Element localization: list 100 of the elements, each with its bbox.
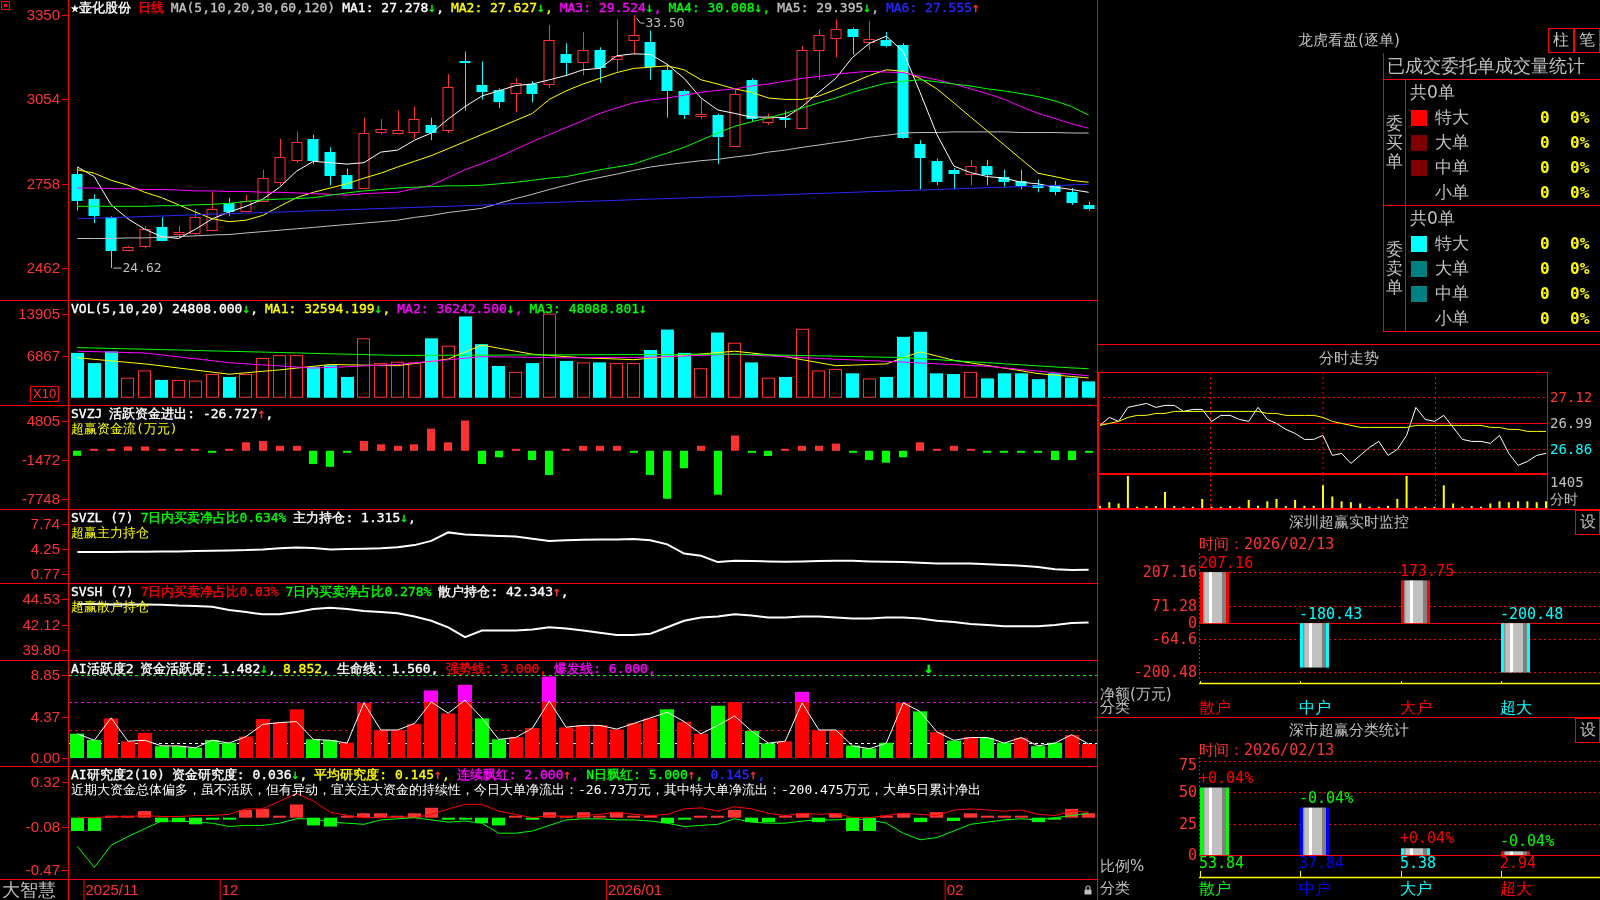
legend-text: MA4: 30.008↓, (668, 0, 771, 15)
order-count: 0 (1540, 309, 1551, 328)
category-label: 中户 (1299, 699, 1331, 717)
date-axis-label: 2026/01 (605, 880, 663, 900)
legend-text: 7日内买卖净占比0.634% (140, 510, 287, 525)
order-count: 0 (1540, 133, 1551, 152)
axis-title: 比例% (1099, 857, 1145, 875)
order-total: 共0单 (1409, 81, 1456, 104)
axis-tick-label: -1472 (21, 451, 60, 468)
table-title: 已成交委托单成交量统计 (1386, 54, 1586, 78)
legend-text: MA1: 27.278↓, (342, 0, 444, 15)
axis-tick-label: 50 (1178, 784, 1197, 801)
axis-tick-label: 26.99 (1550, 415, 1593, 432)
indicator-subtitle: 超赢资金流(万元) (71, 421, 178, 436)
order-size-label: 中单 (1434, 156, 1470, 179)
axis-tick-label: 75 (1178, 757, 1197, 773)
order-count: 0 (1540, 234, 1551, 253)
legend-text: MA6: 27.555↑ (885, 0, 980, 15)
axis-tick-label: 13905 (18, 305, 60, 322)
axis-tick-label: 207.16 (1142, 564, 1197, 581)
legend-text: N日飘红: 5.000↑, (586, 767, 704, 782)
axis-tick-label: 2462 (26, 260, 60, 277)
order-percent: 0% (1570, 234, 1591, 253)
order-percent: 0% (1570, 284, 1591, 303)
group-label: 委买单 (1386, 114, 1403, 171)
bar-value-label: 37.84 (1299, 855, 1345, 871)
signal-arrow: ↓ (924, 661, 934, 676)
legend-text: ★壶化股份 (71, 0, 131, 15)
timestamp-label: 时间：2026/02/13 (1199, 742, 1335, 758)
order-percent: 0% (1570, 259, 1591, 278)
legend-text: MA1: 32594.199↓, (265, 301, 391, 316)
axis-tick-label: 3350 (26, 7, 60, 24)
analysis-comment: 近期大资金总体偏多，虽不活跃，但有异动，宜关注大资金的持续性，今日大单净流出：-26.73万元，其中特大单净流出：-200.475万元，大单5日累计净出 (71, 782, 982, 797)
group-label: 委卖单 (1386, 240, 1403, 297)
legend-text: 资金活跃度: 1.482↓, (140, 661, 276, 676)
panel-title: 龙虎看盘(逐单) (1298, 31, 1400, 49)
high-price-label: 33.50 (645, 16, 685, 31)
panel-title: 深市超赢分类统计 (1289, 721, 1409, 740)
panel-title: 深圳超赢实时监控 (1289, 513, 1409, 532)
axis-tick-label: -200.48 (1133, 664, 1197, 681)
panel-title: 分时走势 (1319, 349, 1379, 368)
bar-value-label: -200.48 (1500, 606, 1564, 623)
axis-tick-label: 6867 (26, 348, 60, 365)
unit-label: X10 (30, 386, 60, 402)
legend-text: MA2: 36242.500↓, (397, 301, 523, 316)
timestamp-label: 时间：2026/02/13 (1199, 536, 1335, 552)
legend-text: 活跃资金进出: -26.727↑, (109, 406, 274, 421)
axis-tick-label: 44.53 (22, 590, 60, 607)
date-axis-label: 02 (944, 880, 964, 900)
change-percent-label: -0.04% (1500, 833, 1555, 850)
bar-value-label: 207.16 (1199, 555, 1254, 572)
legend-text: SVZL (7) (71, 510, 134, 525)
axis-tick-label: 0.00 (30, 750, 60, 766)
legend-text: MA(5,10,20,30,60,120) (170, 0, 336, 15)
axis-title: 分类 (1099, 879, 1130, 897)
legend-text: SVSH (7) (71, 584, 134, 599)
change-percent-label: -0.04% (1299, 789, 1354, 806)
axis-tick-label: -7748 (21, 491, 60, 508)
low-price-label: 24.62 (122, 261, 162, 276)
change-percent-label: +0.04% (1400, 830, 1455, 847)
order-percent: 0% (1570, 309, 1591, 328)
bar-value-label: -180.43 (1299, 606, 1363, 623)
axis-tick-label: 3054 (26, 91, 60, 108)
order-count: 0 (1540, 158, 1551, 177)
legend-text: MA5: 29.395↓, (777, 0, 879, 15)
axis-tick-label: 0 (1187, 615, 1197, 632)
legend-text: 资金研究度: 0.036↓, (171, 767, 308, 782)
date-axis-label: 12 (219, 880, 239, 900)
legend-text: 爆发线: 6.000, (554, 661, 656, 676)
category-label: 中户 (1299, 880, 1331, 898)
axis-tick-label: 4805 (26, 412, 60, 429)
bar-value-label: 53.84 (1199, 855, 1245, 871)
axis-tick-label: 0 (1187, 847, 1197, 863)
axis-tick-label: 27.12 (1550, 389, 1593, 406)
legend-text: 散户持仓: 42.343↑, (438, 584, 569, 599)
bar-value-label: 173.75 (1400, 563, 1455, 580)
legend-text: MA3: 29.524↓, (559, 0, 662, 15)
legend-text: 7日内买卖净占比0.03% (140, 584, 279, 599)
legend-text: AI活跃度2 (71, 661, 134, 676)
legend-text: 生命线: 1.560, (336, 661, 439, 676)
order-size-label: 小单 (1434, 307, 1470, 330)
legend-text: VOL(5,10,20) (71, 301, 165, 316)
order-size-label: 中单 (1434, 282, 1470, 305)
order-size-label: 特大 (1434, 106, 1470, 129)
legend-text: 日线 (137, 0, 164, 15)
axis-tick-label: 2758 (26, 175, 60, 192)
axis-tick-label: 7.74 (30, 516, 60, 533)
order-count: 0 (1540, 108, 1551, 127)
axis-tick-label: 0.77 (30, 565, 60, 582)
order-size-label: 小单 (1434, 181, 1470, 204)
order-total: 共0单 (1409, 207, 1456, 230)
axis-tick-label: 39.80 (22, 642, 60, 659)
order-count: 0 (1540, 183, 1551, 202)
legend-text: 0.145↑, (710, 767, 766, 782)
order-count: 0 (1540, 284, 1551, 303)
legend-text: 7日内买卖净占比0.278% (285, 584, 432, 599)
volume-label: 分时 (1550, 491, 1578, 507)
category-label: 超大 (1500, 699, 1532, 717)
axis-tick-label: -64.6 (1151, 631, 1197, 648)
category-label: 大户 (1400, 699, 1432, 717)
